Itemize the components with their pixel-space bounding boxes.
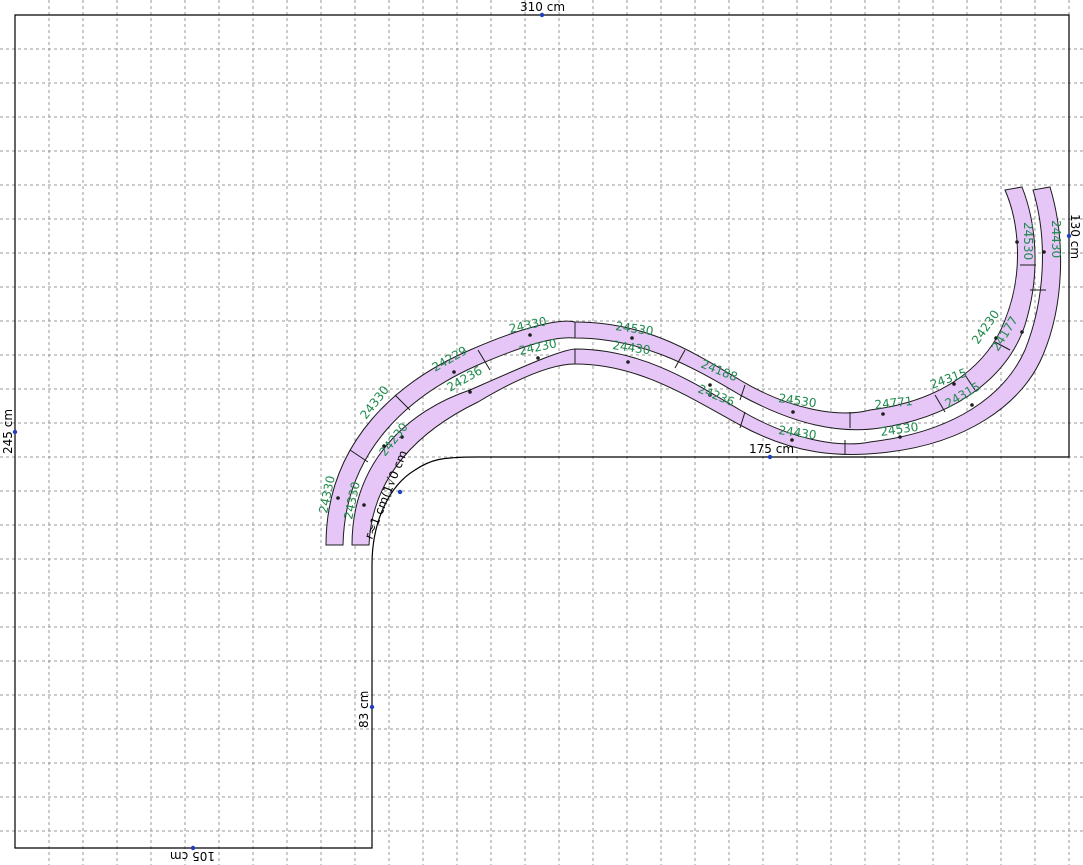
dim-stem-height: 83 cm	[357, 691, 371, 728]
track-plan-svg[interactable]: 310 cm 245 cm 130 cm 175 cm 83 cm 105 cm…	[0, 0, 1083, 865]
track-node[interactable]	[336, 496, 340, 500]
dim-left-height: 245 cm	[1, 409, 15, 454]
layout-canvas[interactable]: 310 cm 245 cm 130 cm 175 cm 83 cm 105 cm…	[0, 0, 1083, 865]
track-label: 24530	[1021, 222, 1035, 260]
track-node[interactable]	[791, 410, 795, 414]
dim-bottom-width: 105 cm	[170, 849, 215, 863]
track-node[interactable]	[468, 390, 472, 394]
track-node[interactable]	[881, 412, 885, 416]
track-node[interactable]	[1042, 250, 1046, 254]
track-node[interactable]	[452, 370, 456, 374]
track-node[interactable]	[362, 503, 366, 507]
track-node[interactable]	[630, 336, 634, 340]
dimension-handle[interactable]	[397, 489, 403, 495]
track-node[interactable]	[626, 360, 630, 364]
track-node[interactable]	[528, 333, 532, 337]
track-node[interactable]	[970, 403, 974, 407]
track-node[interactable]	[536, 356, 540, 360]
dim-inner-bottom: 175 cm	[749, 442, 794, 456]
track-node[interactable]	[1015, 240, 1019, 244]
track-label: 24430	[1049, 220, 1063, 258]
dim-right-height: 130 cm	[1068, 214, 1082, 259]
dim-top-width: 310 cm	[520, 0, 565, 14]
track-node[interactable]	[1020, 330, 1024, 334]
